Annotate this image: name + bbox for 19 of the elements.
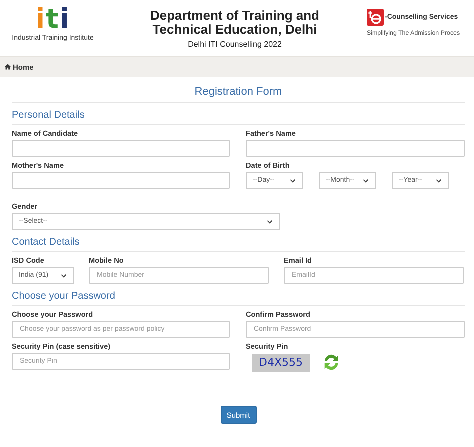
department-title: Department of Training and Technical Education, Delhi: [149, 9, 320, 37]
e-logo-icon: [367, 8, 384, 27]
caret-icon: [363, 178, 369, 182]
counselling-subtitle: Delhi ITI Counselling 2022: [187, 40, 283, 49]
refresh-icon[interactable]: [322, 353, 341, 372]
section-heading: Contact Details: [12, 230, 465, 252]
text-field[interactable]: [12, 140, 230, 157]
caret-icon: [436, 178, 442, 182]
caret-icon: [290, 178, 296, 182]
home-icon: [5, 64, 11, 70]
captcha-image: D4X555: [252, 354, 310, 372]
iti-logo: iti: [36, 8, 70, 32]
section-heading: Choose your Password: [12, 284, 465, 306]
caret-icon: [267, 220, 273, 224]
text-field[interactable]: [12, 172, 230, 189]
section-heading: Personal Details: [12, 103, 465, 125]
form-title: Registration Form: [12, 77, 465, 103]
text-field[interactable]: [246, 140, 465, 157]
caret-icon: [61, 274, 67, 278]
